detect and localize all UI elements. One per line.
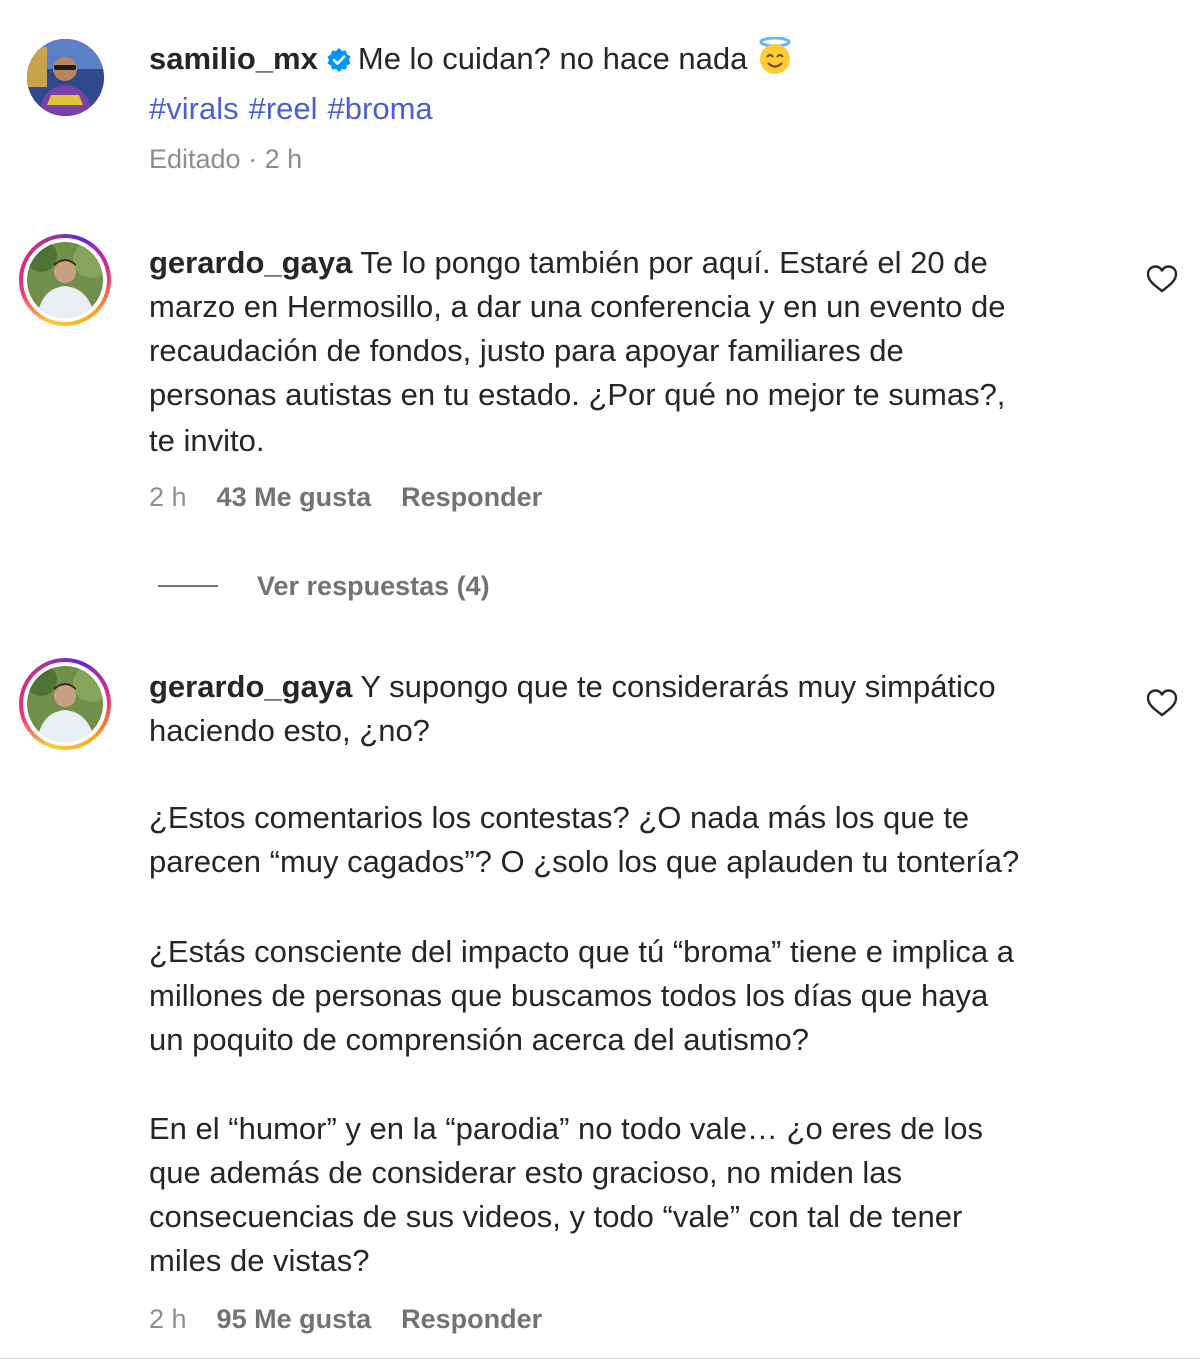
comment-line: En el “humor” y en la “parodia” no todo …: [149, 1111, 983, 1146]
comment-line: parecen “muy cagados”? O ¿solo los que a…: [149, 844, 1020, 879]
comment-line: haciendo esto, ¿no?: [149, 713, 430, 748]
reply-button[interactable]: Responder: [401, 1304, 542, 1335]
hashtag-link[interactable]: #reel: [249, 91, 318, 126]
replies-divider: [158, 585, 218, 587]
comment-time: 2 h: [149, 482, 187, 512]
author-avatar[interactable]: [27, 39, 104, 116]
post-meta: Editado · 2 h: [149, 144, 303, 174]
view-replies-label: Ver respuestas (4): [257, 570, 490, 601]
view-replies-button[interactable]: Ver respuestas (4): [158, 568, 490, 604]
comment-meta: 2 h 95 Me gusta Responder: [149, 1304, 542, 1335]
smiling-face-with-halo-icon: [755, 36, 795, 87]
comment-line: ¿Estás consciente del impacto que tú “br…: [149, 934, 1014, 969]
comment-time: 2 h: [149, 1304, 187, 1334]
comment-likes[interactable]: 43 Me gusta: [217, 482, 372, 513]
comment-line: Te lo pongo también por aquí. Estaré el …: [352, 245, 988, 280]
comment-meta: 2 h 43 Me gusta Responder: [149, 482, 542, 513]
hashtag-link[interactable]: #virals: [149, 91, 239, 126]
comment-likes[interactable]: 95 Me gusta: [217, 1304, 372, 1335]
comment-line: un poquito de comprensión acerca del aut…: [149, 1022, 810, 1057]
comment-line: te invito.: [149, 423, 265, 458]
commenter-avatar-image: [27, 242, 103, 318]
verified-badge-icon: [326, 41, 352, 85]
comment-line: marzo en Hermosillo, a dar una conferenc…: [149, 289, 1006, 324]
divider: [0, 1358, 1200, 1359]
comment-author-username[interactable]: gerardo_gaya: [149, 245, 352, 280]
post-author-username[interactable]: samilio_mx: [149, 41, 318, 76]
author-avatar-image: [27, 39, 104, 116]
comment-line: millones de personas que buscamos todos …: [149, 978, 989, 1013]
comment-text: gerardo_gaya Te lo pongo también por aqu…: [149, 241, 1129, 463]
like-heart-icon[interactable]: [1146, 688, 1178, 718]
commenter-avatar[interactable]: [19, 658, 111, 750]
hashtag-link[interactable]: #broma: [328, 91, 433, 126]
comment-line: consecuencias de sus videos, y todo “val…: [149, 1199, 963, 1234]
comment-line: que además de considerar esto gracioso, …: [149, 1155, 903, 1190]
comment-line: ¿Estos comentarios los contestas? ¿O nad…: [149, 800, 970, 835]
caption-text: samilio_mx Me lo cuidan? no hace nada #vi…: [149, 36, 1129, 131]
comment-line: recaudación de fondos, justo para apoyar…: [149, 333, 904, 368]
comment-line: Y supongo que te considerarás muy simpát…: [352, 669, 996, 704]
hashtag-list: #virals #reel #broma: [149, 87, 1129, 131]
commenter-avatar[interactable]: [19, 234, 111, 326]
comment-line: miles de vistas?: [149, 1243, 370, 1278]
reply-button[interactable]: Responder: [401, 482, 542, 513]
commenter-avatar-image: [27, 666, 103, 742]
like-heart-icon[interactable]: [1146, 264, 1178, 294]
comment-line: personas autistas en tu estado. ¿Por qué…: [149, 377, 1006, 412]
comment-author-username[interactable]: gerardo_gaya: [149, 669, 352, 704]
caption-body: Me lo cuidan? no hace nada: [357, 41, 748, 76]
comment-text: gerardo_gaya Y supongo que te considerar…: [149, 665, 1129, 1283]
